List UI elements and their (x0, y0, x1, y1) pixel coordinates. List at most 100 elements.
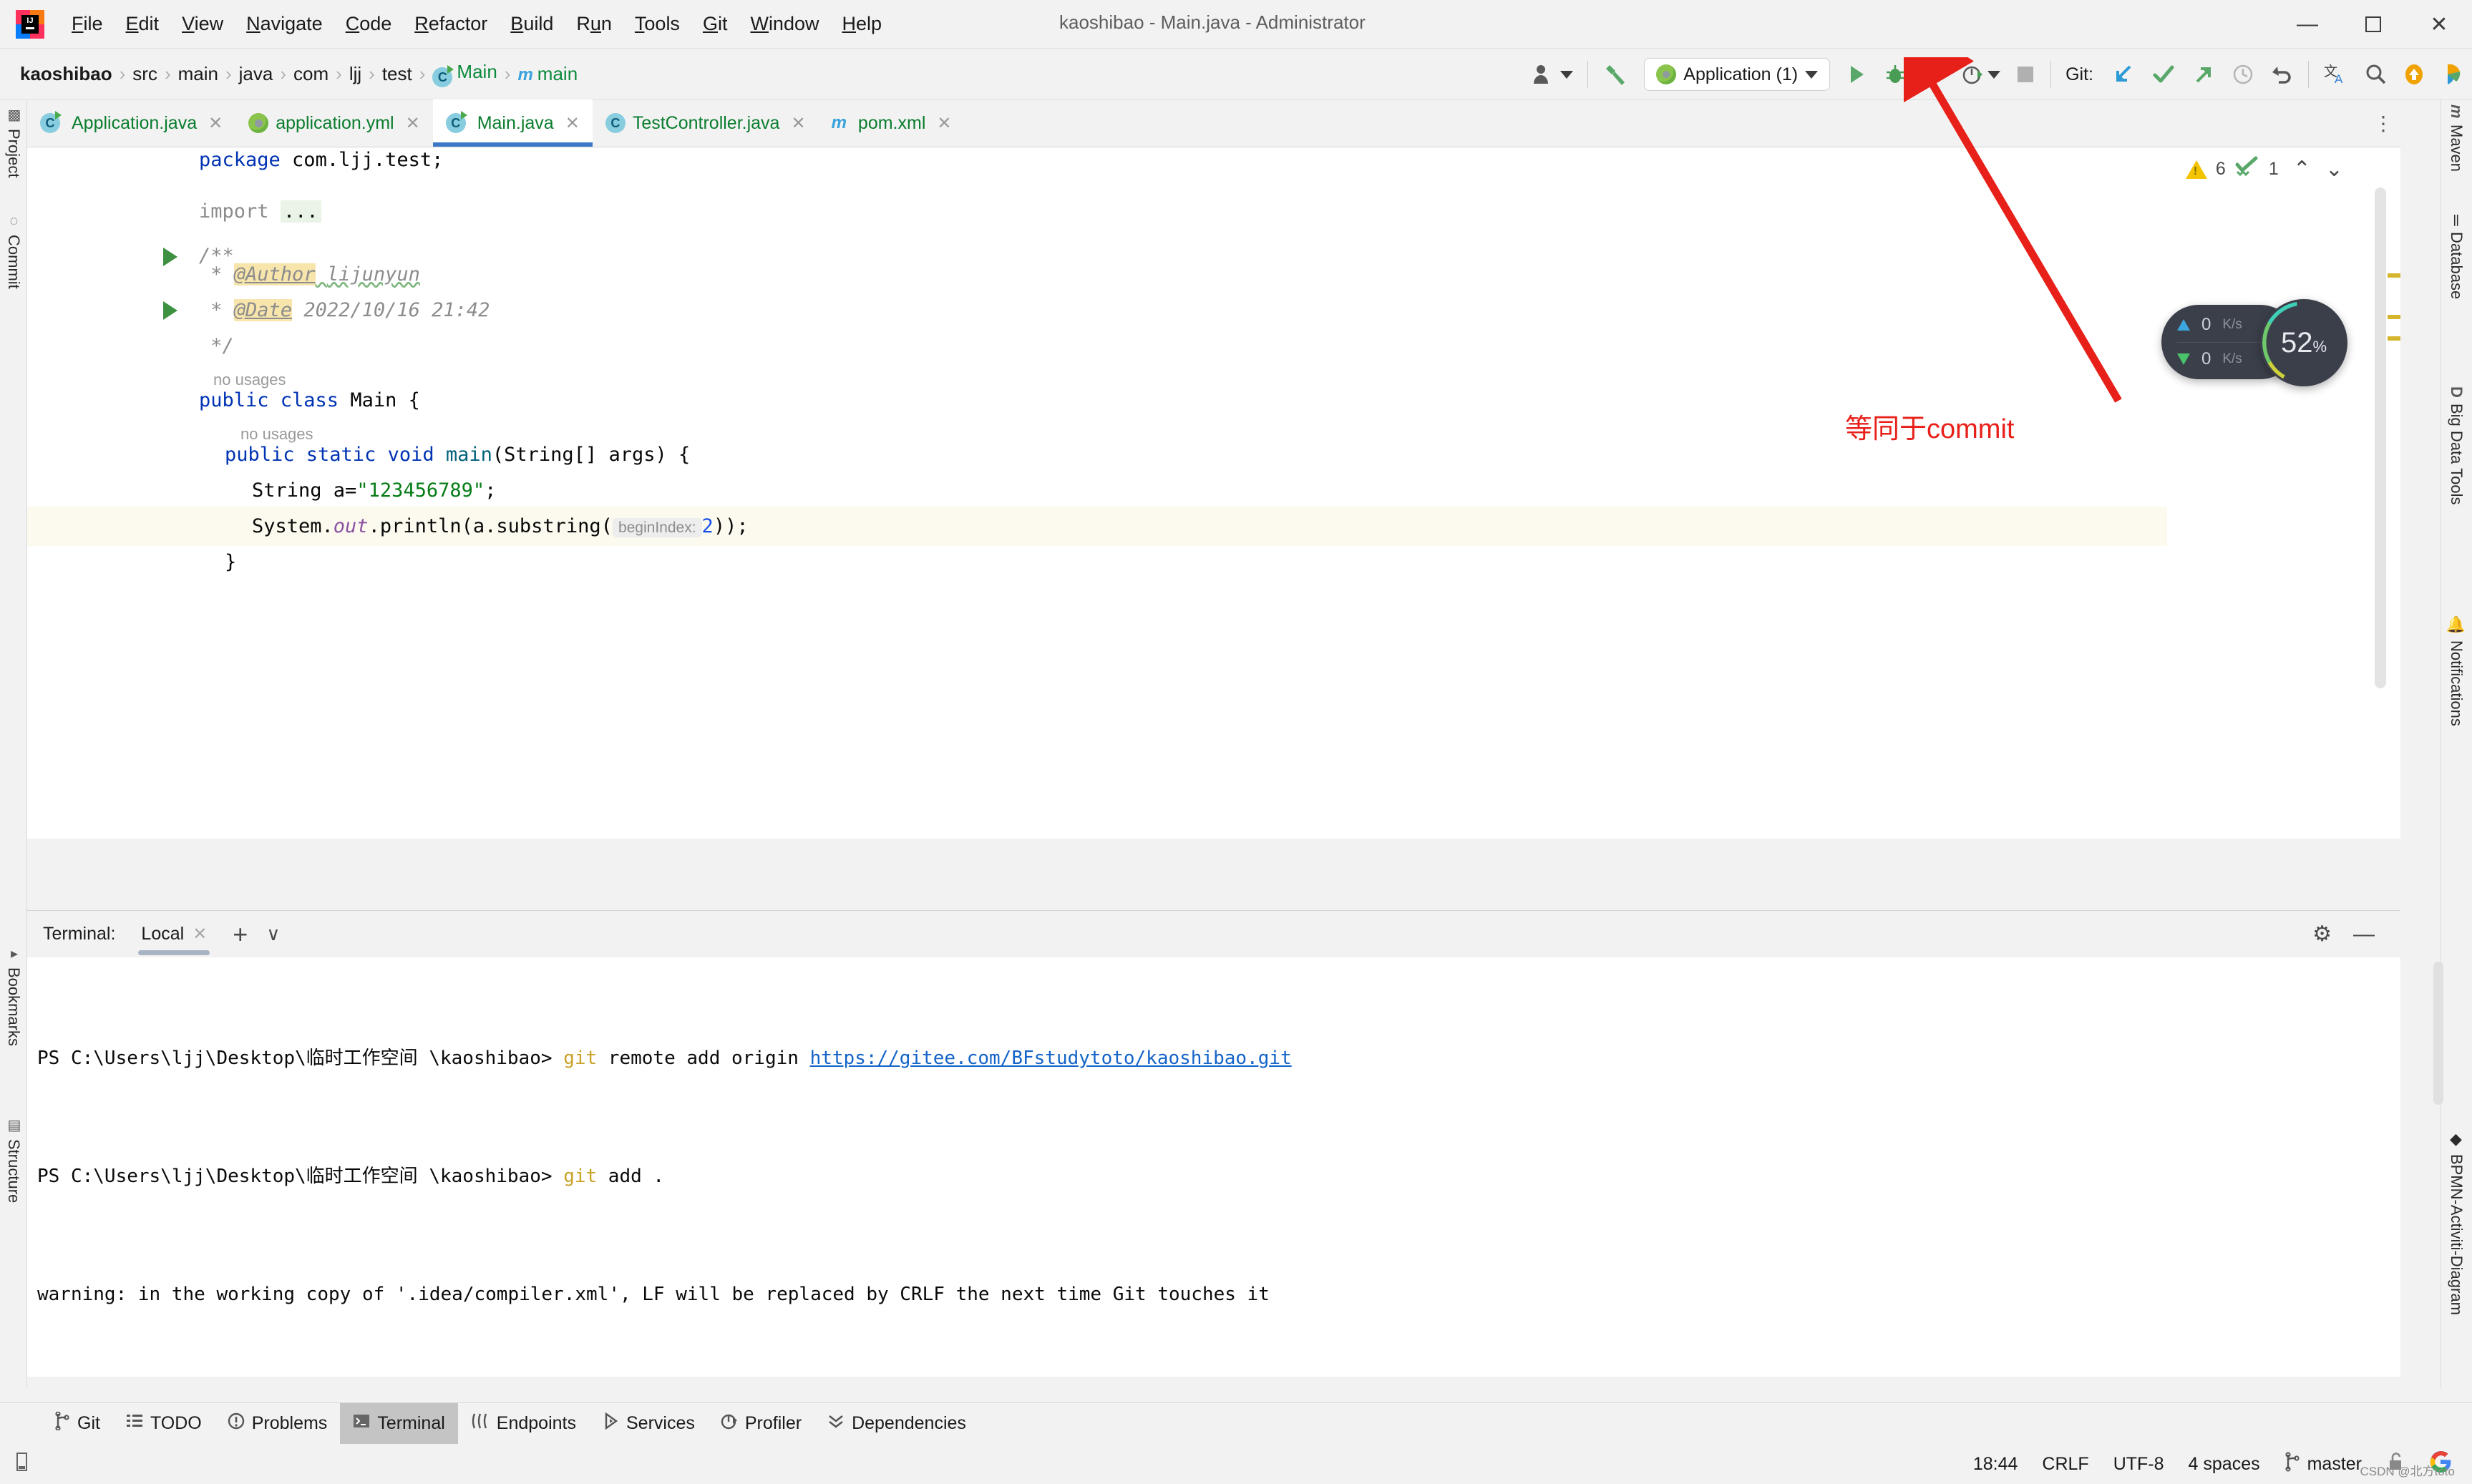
folded-imports[interactable]: ... (280, 200, 321, 223)
sidebar-item-big-data-tools[interactable]: D Big Data Tools (2441, 386, 2472, 504)
menu-window[interactable]: Window (739, 10, 830, 38)
sidebar-item-notifications[interactable]: 🔔 Notifications (2441, 615, 2472, 726)
code-editor[interactable]: package com.ljj.test; import ... /** * @… (27, 147, 2400, 839)
translate-icon[interactable]: 文A (2316, 49, 2356, 100)
breadcrumb-item-method[interactable]: m main (513, 63, 582, 85)
search-everywhere-icon[interactable] (2356, 49, 2395, 100)
close-icon[interactable]: ✕ (406, 113, 420, 134)
bottom-tab-git[interactable]: Git (42, 1403, 113, 1445)
menu-code[interactable]: Code (334, 10, 404, 38)
terminal-output[interactable]: PS C:\Users\ljj\Desktop\临时工作空间 \kaoshiba… (27, 957, 2400, 1377)
status-branch[interactable]: master (2284, 1451, 2362, 1477)
menu-refactor[interactable]: Refactor (403, 10, 499, 38)
profile-icon[interactable] (1953, 49, 2008, 100)
status-line-separator[interactable]: CRLF (2042, 1454, 2088, 1475)
inspections-ok-icon (2234, 156, 2260, 182)
editor-marker-bar[interactable] (2388, 180, 2400, 824)
new-terminal-button[interactable]: + (233, 919, 248, 950)
breadcrumb-item-test[interactable]: test (378, 63, 417, 85)
breadcrumb-item-com[interactable]: com (289, 63, 333, 85)
editor-scrollbar[interactable] (2375, 187, 2386, 688)
sidebar-item-project[interactable]: ▩ Project (0, 106, 27, 177)
git-rollback-icon[interactable] (2262, 49, 2301, 100)
close-icon[interactable]: ✕ (791, 113, 805, 134)
close-icon[interactable]: ✕ (937, 113, 951, 134)
stop-icon[interactable] (2008, 49, 2043, 100)
warning-marker[interactable] (2388, 315, 2400, 319)
editor-tab-application-java[interactable]: C Application.java ✕ (27, 99, 235, 147)
menu-file[interactable]: FFileile (60, 10, 115, 38)
close-button[interactable]: ✕ (2406, 0, 2472, 49)
bottom-tab-problems[interactable]: Problems (215, 1403, 341, 1445)
warning-marker[interactable] (2388, 336, 2400, 341)
menu-build[interactable]: Build (499, 10, 565, 38)
breadcrumb-item-ljj[interactable]: ljj (345, 63, 366, 85)
ide-memory-icon[interactable] (13, 1452, 31, 1477)
sidebar-item-label: Notifications (2448, 640, 2466, 726)
menu-view[interactable]: View (170, 10, 235, 38)
close-icon[interactable]: ✕ (208, 113, 223, 134)
terminal-scrollbar[interactable] (2433, 962, 2443, 1105)
minimize-button[interactable]: — (2274, 0, 2340, 49)
close-icon[interactable]: ✕ (193, 924, 207, 944)
maximize-button[interactable] (2340, 0, 2406, 49)
sidebar-item-maven[interactable]: m Maven (2441, 104, 2472, 172)
warning-marker[interactable] (2388, 273, 2400, 278)
menu-git[interactable]: Git (691, 10, 739, 38)
menu-edit[interactable]: Edit (115, 10, 171, 38)
sidebar-item-bookmarks[interactable]: ▸ Bookmarks (0, 944, 27, 1046)
breadcrumb-item-src[interactable]: src (128, 63, 162, 85)
git-push-icon[interactable] (2184, 49, 2224, 100)
gear-icon[interactable]: ⚙ (2312, 922, 2332, 947)
terminal-icon (353, 1412, 370, 1435)
breadcrumb-item-java[interactable]: java (235, 63, 278, 85)
bottom-tab-todo[interactable]: TODO (113, 1403, 215, 1445)
git-history-icon[interactable] (2224, 49, 2262, 100)
inspection-widget[interactable]: 6 1 ⌃ ⌄ (2185, 156, 2343, 182)
maven-icon: m (831, 113, 847, 132)
debug-icon[interactable] (1876, 49, 1914, 100)
user-avatar-icon[interactable] (1524, 49, 1580, 100)
run-icon[interactable] (1837, 49, 1876, 100)
cpu-usage-gauge[interactable]: 52% (2260, 299, 2347, 386)
bottom-tab-endpoints[interactable]: Endpoints (458, 1403, 589, 1445)
terminal-tab-local[interactable]: Local ✕ (138, 911, 210, 958)
bottom-tab-dependencies[interactable]: Dependencies (814, 1403, 979, 1445)
next-problem-icon[interactable]: ⌄ (2325, 157, 2343, 182)
status-indent[interactable]: 4 spaces (2189, 1454, 2260, 1475)
menu-tools[interactable]: Tools (623, 10, 691, 38)
breadcrumb-item-main[interactable]: main (174, 63, 223, 85)
menu-navigate[interactable]: Navigate (235, 10, 334, 38)
editor-tab-testcontroller-java[interactable]: C TestController.java ✕ (593, 99, 819, 147)
editor-tab-main-java[interactable]: C Main.java ✕ (432, 99, 593, 147)
bottom-tab-profiler[interactable]: Profiler (708, 1403, 814, 1445)
breadcrumb-item-class[interactable]: C Main (428, 61, 501, 87)
sidebar-item-commit[interactable]: ◌ Commit (0, 213, 27, 289)
editor-tab-application-yml[interactable]: application.yml ✕ (235, 99, 432, 147)
status-encoding[interactable]: UTF-8 (2113, 1454, 2164, 1475)
ide-feature-icon[interactable] (2433, 49, 2472, 100)
sidebar-item-bpmn-diagram[interactable]: ◆ BPMN-Activiti-Diagram (2441, 1131, 2472, 1315)
sidebar-item-database[interactable]: ═ Database (2441, 215, 2472, 299)
breadcrumb-item-project[interactable]: kaoshibao (16, 63, 117, 85)
minimize-tool-window-icon[interactable]: — (2353, 922, 2375, 947)
menu-run[interactable]: Run (565, 10, 623, 38)
hammer-build-icon[interactable] (1595, 49, 1637, 100)
bottom-tab-services[interactable]: Services (589, 1403, 708, 1445)
bottom-tab-terminal[interactable]: Terminal (340, 1402, 458, 1445)
status-time: 18:44 (1972, 1453, 2018, 1474)
git-branch-icon (54, 1411, 70, 1435)
close-icon[interactable]: ✕ (565, 113, 580, 134)
chevron-down-icon[interactable]: ∨ (266, 923, 280, 945)
sidebar-item-structure[interactable]: ▤ Structure (0, 1116, 27, 1203)
prev-problem-icon[interactable]: ⌃ (2293, 157, 2311, 182)
run-configuration-selector[interactable]: Application (1) (1637, 49, 1837, 100)
tab-overflow-menu-icon[interactable]: ⋮ (2373, 112, 2393, 135)
updates-icon[interactable] (2395, 49, 2433, 100)
run-with-coverage-icon[interactable] (1914, 49, 1953, 100)
git-update-icon[interactable] (2103, 49, 2143, 100)
git-commit-icon[interactable] (2143, 49, 2184, 100)
menu-help[interactable]: Help (830, 10, 893, 38)
repo-url-link[interactable]: https://gitee.com/BFstudytoto/kaoshibao.… (810, 1048, 1292, 1069)
editor-tab-pom-xml[interactable]: m pom.xml ✕ (819, 99, 965, 147)
